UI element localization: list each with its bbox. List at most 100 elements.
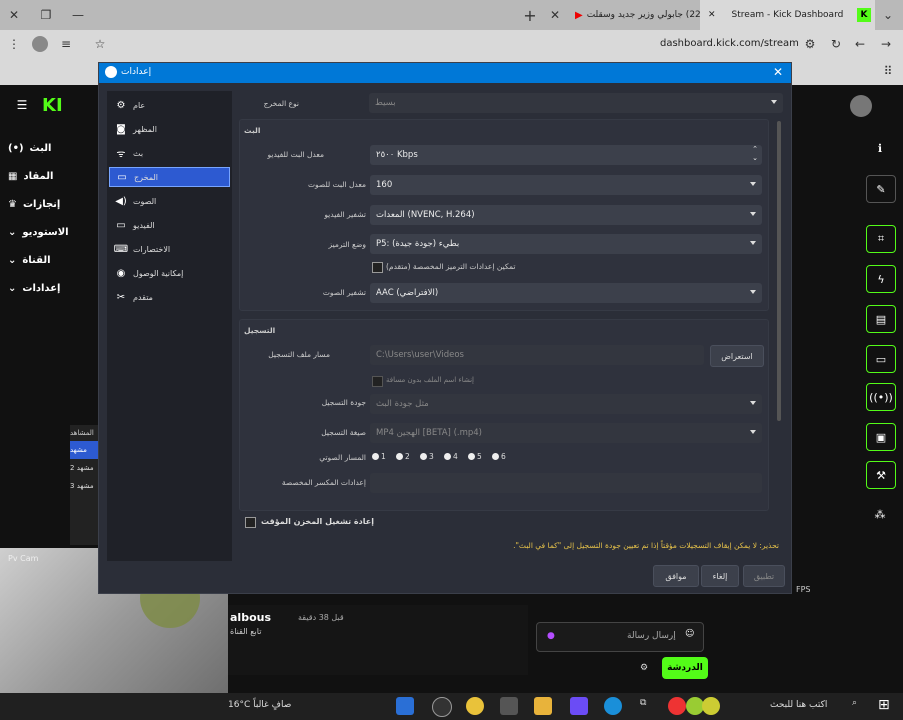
hamburger-menu-icon[interactable]: ☰ — [14, 97, 30, 113]
cancel-button[interactable]: إلغاء — [701, 565, 739, 587]
chat-send-button[interactable]: الدردشة — [662, 657, 708, 679]
sidebar-item-stats[interactable]: المقاد ▦ — [8, 165, 88, 187]
mic-icon[interactable]: ● — [547, 631, 555, 641]
chat-username[interactable]: albous — [230, 611, 271, 624]
ok-button[interactable]: موافق — [653, 565, 699, 587]
scenes-panel: المشاهد مشهد مشهد 2 مشهد 3 — [70, 425, 100, 545]
reading-list-icon[interactable]: ≡ — [58, 36, 74, 52]
back-icon[interactable]: ← — [852, 36, 868, 52]
layout-icon[interactable]: ▣ — [866, 423, 896, 451]
forward-icon[interactable]: → — [878, 36, 894, 52]
close-tab-icon[interactable]: ✕ — [547, 7, 563, 23]
tab-search-icon[interactable]: ⌄ — [880, 7, 896, 23]
menu-dots-icon[interactable]: ⋮ — [6, 36, 22, 52]
recording-format-select[interactable]: MP4 الهجين [BETA] (.mp4) — [370, 423, 762, 443]
chevron-down-icon — [750, 182, 756, 186]
user-avatar[interactable] — [850, 95, 872, 117]
audio-track-radio[interactable]: 5 — [468, 452, 482, 461]
people-icon[interactable]: ⁂ — [866, 501, 894, 527]
obs-icon[interactable] — [432, 697, 452, 717]
app-icon[interactable] — [396, 697, 414, 715]
wrench-icon[interactable]: ⚒ — [866, 461, 896, 489]
sidebar-item-settings[interactable]: إعدادات ⌄ — [8, 277, 88, 299]
content-scrollbar[interactable] — [777, 121, 781, 421]
audio-bitrate-label: معدل البت للصوت — [308, 180, 366, 189]
fruit-app-icon[interactable] — [668, 697, 686, 715]
nav-output[interactable]: ▭ المخرج — [109, 167, 230, 187]
encoder-preset-select[interactable]: P5: بطيء (جودة جيدة) — [370, 234, 762, 254]
gear-icon[interactable]: ⚙ — [640, 663, 648, 673]
tab-youtube[interactable]: ▶ (227) جابولي وزير جديد وسقلت — [575, 0, 710, 30]
info-icon[interactable]: ℹ — [866, 135, 894, 161]
chat-input[interactable]: ● إرسال رسالة ☺ — [536, 622, 704, 652]
crop-icon[interactable]: ⌗ — [866, 225, 896, 253]
settings-content: نوع المخرج بسيط البث معدل البت للفيديو ٢… — [239, 91, 787, 561]
chat-bubble-icon[interactable]: ▭ — [866, 345, 896, 373]
edge-icon[interactable] — [604, 697, 622, 715]
reload-icon[interactable]: ↻ — [828, 36, 844, 52]
new-tab-button[interactable]: + — [522, 6, 538, 25]
video-encoder-select[interactable]: المعدات (NVENC, H.264) — [370, 205, 762, 225]
nav-general[interactable]: ⚙ عام — [109, 95, 230, 115]
windows-start-icon[interactable]: ⊞ — [878, 697, 890, 713]
restore-window-icon[interactable]: ❐ — [38, 7, 54, 23]
apps-grid-icon[interactable]: ⠿ — [880, 63, 896, 79]
lightning-icon[interactable]: ϟ — [866, 265, 896, 293]
sidebar-item-studio[interactable]: الاستوديو ⌄ — [8, 221, 88, 243]
search-icon: ⌕ — [852, 698, 858, 708]
close-tab-icon[interactable]: ✕ — [708, 10, 716, 20]
tab-kick-dashboard[interactable]: ✕ Stream - Kick Dashboard K — [700, 0, 875, 30]
taskbar-search[interactable]: اكتب هنا للبحث — [770, 700, 827, 710]
scene-item[interactable]: مشهد 2 — [70, 459, 100, 477]
output-mode-select[interactable]: بسيط — [369, 93, 783, 113]
close-window-icon[interactable]: ✕ — [6, 7, 22, 23]
sidebar-item-channel[interactable]: القناة ⌄ — [8, 249, 88, 271]
audio-track-radio[interactable]: 4 — [444, 452, 458, 461]
audio-encoder-select[interactable]: AAC (الافتراضي) — [370, 283, 762, 303]
recording-path-input[interactable]: C:\Users\user\Videos — [370, 345, 704, 365]
nav-stream[interactable]: ᯤ بث — [109, 143, 230, 163]
sidebar-item-achievements[interactable]: إنجازات ♛ — [8, 193, 88, 215]
broadcast-icon[interactable]: ((•)) — [866, 383, 896, 411]
task-view-icon[interactable]: ⧉ — [640, 698, 646, 708]
no-space-filename-checkbox[interactable] — [372, 376, 383, 387]
sidebar-item-live[interactable]: البث (•) — [8, 137, 88, 159]
kick-favicon-icon: K — [857, 8, 871, 22]
audio-bitrate-select[interactable]: 160 — [370, 175, 762, 195]
custom-encoder-checkbox[interactable] — [372, 262, 383, 273]
nav-video[interactable]: ▭ الفيديو — [109, 215, 230, 235]
video-bitrate-spinbox[interactable]: ٢٥٠٠ Kbps ⌃ ⌄ — [370, 145, 762, 165]
nav-audio[interactable]: ◀) الصوت — [109, 191, 230, 211]
emoji-icon[interactable]: ☺ — [685, 629, 694, 639]
audio-track-radio[interactable]: 6 — [492, 452, 506, 461]
store-icon[interactable] — [500, 697, 518, 715]
fruit-app-icon[interactable] — [702, 697, 720, 715]
edit-pencil-icon[interactable]: ✎ — [866, 175, 896, 203]
chrome-icon[interactable] — [466, 697, 484, 715]
url-text[interactable]: dashboard.kick.com/stream — [660, 38, 799, 49]
weather-widget[interactable]: 16°C صافٍ غالباً — [228, 700, 291, 710]
audio-track-radio[interactable]: 1 — [372, 452, 386, 461]
file-explorer-icon[interactable] — [534, 697, 552, 715]
nav-hotkeys[interactable]: ⌨ الاختصارات — [109, 239, 230, 259]
browse-button[interactable]: استعراض — [710, 345, 764, 367]
scene-item[interactable]: مشهد 3 — [70, 477, 100, 495]
audio-track-radio[interactable]: 3 — [420, 452, 434, 461]
scene-item[interactable]: مشهد — [70, 441, 100, 459]
copilot-icon[interactable] — [570, 697, 588, 715]
document-icon[interactable]: ▤ — [866, 305, 896, 333]
nav-appearance[interactable]: ◙ المظهر — [109, 119, 230, 139]
profile-avatar[interactable] — [32, 36, 48, 52]
bookmark-star-icon[interactable]: ☆ — [92, 36, 108, 52]
site-settings-icon[interactable]: ⚙ — [802, 36, 818, 52]
apply-button[interactable]: تطبيق — [743, 565, 785, 587]
close-icon[interactable]: ✕ — [773, 65, 783, 79]
nav-accessibility[interactable]: ◉ إمكانية الوصول — [109, 263, 230, 283]
spin-arrows-icon[interactable]: ⌃ ⌄ — [752, 145, 758, 163]
replay-buffer-checkbox[interactable] — [245, 517, 256, 528]
minimize-window-icon[interactable]: — — [70, 7, 86, 23]
muxer-settings-input[interactable] — [370, 473, 762, 493]
recording-quality-select[interactable]: مثل جودة البث — [370, 394, 762, 414]
nav-advanced[interactable]: ✂ متقدم — [109, 287, 230, 307]
audio-track-radio[interactable]: 2 — [396, 452, 410, 461]
